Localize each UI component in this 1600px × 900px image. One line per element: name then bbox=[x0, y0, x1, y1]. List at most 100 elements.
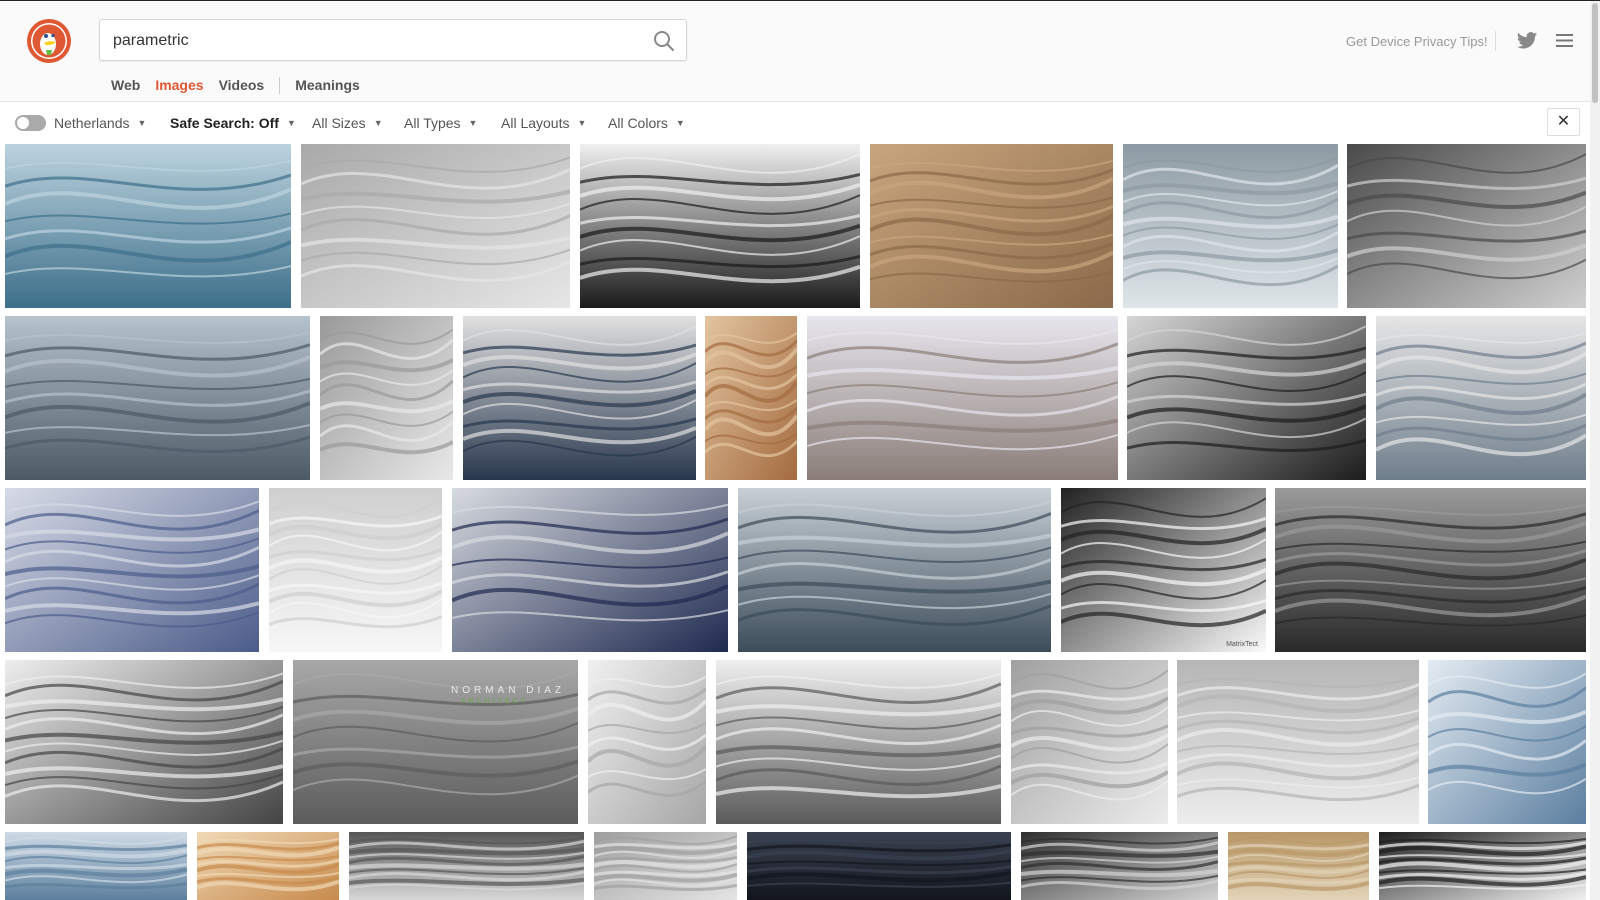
image-result[interactable] bbox=[5, 660, 283, 824]
duckduckgo-logo[interactable] bbox=[27, 19, 71, 63]
image-result[interactable] bbox=[1347, 144, 1586, 308]
image-thumbnail bbox=[320, 316, 453, 480]
filter-bar: Netherlands ▼ Safe Search: Off ▼ All Sizes… bbox=[0, 102, 1590, 142]
image-thumbnail bbox=[197, 832, 339, 900]
caret-down-icon: ▼ bbox=[577, 118, 587, 128]
privacy-tips-link[interactable]: Get Device Privacy Tips! bbox=[1346, 34, 1488, 49]
watermark-subtitle: ARCHITECT bbox=[461, 698, 529, 705]
image-result[interactable]: NORMAN DIAZ ARCHITECT bbox=[293, 660, 578, 824]
region-toggle[interactable] bbox=[15, 115, 46, 131]
image-thumbnail bbox=[1021, 832, 1218, 900]
watermark-label: MatrixTect bbox=[1226, 641, 1258, 648]
type-label: All Types bbox=[404, 115, 461, 131]
scrollbar-thumb[interactable] bbox=[1592, 3, 1598, 103]
header-divider bbox=[1495, 31, 1496, 51]
image-result[interactable] bbox=[580, 144, 860, 308]
image-result[interactable] bbox=[1011, 660, 1168, 824]
image-thumbnail bbox=[807, 316, 1118, 480]
image-result[interactable] bbox=[1376, 316, 1586, 480]
image-result[interactable] bbox=[870, 144, 1113, 308]
image-result[interactable] bbox=[738, 488, 1051, 652]
image-thumbnail bbox=[1061, 488, 1266, 652]
image-thumbnail bbox=[1379, 832, 1586, 900]
scrollbar[interactable] bbox=[1590, 1, 1600, 900]
image-result[interactable] bbox=[1177, 660, 1419, 824]
type-filter[interactable]: All Types ▼ bbox=[404, 115, 477, 131]
image-result[interactable] bbox=[5, 832, 187, 900]
image-result[interactable] bbox=[1127, 316, 1366, 480]
tab-meanings[interactable]: Meanings bbox=[295, 77, 360, 93]
image-result[interactable] bbox=[301, 144, 570, 308]
image-thumbnail bbox=[463, 316, 696, 480]
image-thumbnail bbox=[1011, 660, 1168, 824]
image-thumbnail bbox=[594, 832, 737, 900]
image-thumbnail bbox=[705, 316, 797, 480]
image-thumbnail bbox=[5, 832, 187, 900]
safe-search-filter[interactable]: Safe Search: Off ▼ bbox=[170, 115, 296, 131]
image-result[interactable] bbox=[1428, 660, 1586, 824]
layout-filter[interactable]: All Layouts ▼ bbox=[501, 115, 586, 131]
tab-web[interactable]: Web bbox=[111, 77, 140, 93]
image-thumbnail bbox=[349, 832, 584, 900]
image-result[interactable] bbox=[594, 832, 737, 900]
image-thumbnail bbox=[5, 316, 310, 480]
image-result[interactable] bbox=[269, 488, 442, 652]
watermark-title: NORMAN DIAZ bbox=[451, 685, 565, 696]
image-thumbnail bbox=[5, 660, 283, 824]
image-thumbnail bbox=[1123, 144, 1338, 308]
image-result[interactable] bbox=[588, 660, 706, 824]
image-result[interactable] bbox=[705, 316, 797, 480]
color-filter[interactable]: All Colors ▼ bbox=[608, 115, 685, 131]
image-result[interactable] bbox=[452, 488, 728, 652]
image-thumbnail bbox=[1428, 660, 1586, 824]
image-thumbnail bbox=[1347, 144, 1586, 308]
image-result[interactable] bbox=[5, 316, 310, 480]
safe-search-label: Safe Search: Off bbox=[170, 115, 279, 131]
close-filters-button[interactable]: ✕ bbox=[1547, 108, 1580, 136]
size-filter[interactable]: All Sizes ▼ bbox=[312, 115, 383, 131]
size-label: All Sizes bbox=[312, 115, 366, 131]
hamburger-menu-icon[interactable] bbox=[1556, 33, 1573, 48]
image-result[interactable] bbox=[197, 832, 339, 900]
image-result[interactable] bbox=[1123, 144, 1338, 308]
image-thumbnail bbox=[1376, 316, 1586, 480]
image-result[interactable] bbox=[807, 316, 1118, 480]
image-thumbnail bbox=[588, 660, 706, 824]
image-result[interactable] bbox=[5, 488, 259, 652]
twitter-icon[interactable] bbox=[1516, 31, 1538, 51]
caret-down-icon: ▼ bbox=[137, 118, 147, 128]
tab-images[interactable]: Images bbox=[155, 77, 203, 93]
search-input[interactable] bbox=[111, 20, 635, 62]
image-thumbnail bbox=[269, 488, 442, 652]
search-type-tabs: Web Images Videos Meanings bbox=[111, 73, 375, 97]
caret-down-icon: ▼ bbox=[468, 118, 478, 128]
image-result[interactable] bbox=[716, 660, 1001, 824]
image-result[interactable] bbox=[1228, 832, 1369, 900]
image-thumbnail bbox=[870, 144, 1113, 308]
image-thumbnail bbox=[716, 660, 1001, 824]
image-result[interactable]: MatrixTect bbox=[1061, 488, 1266, 652]
image-result[interactable] bbox=[463, 316, 696, 480]
image-result[interactable] bbox=[349, 832, 584, 900]
image-result[interactable] bbox=[1021, 832, 1218, 900]
image-thumbnail bbox=[5, 488, 259, 652]
image-thumbnail bbox=[5, 144, 291, 308]
image-thumbnail bbox=[580, 144, 860, 308]
image-result[interactable] bbox=[1275, 488, 1586, 652]
image-result[interactable] bbox=[5, 144, 291, 308]
image-thumbnail bbox=[301, 144, 570, 308]
region-filter[interactable]: Netherlands ▼ bbox=[54, 115, 146, 131]
image-thumbnail bbox=[1275, 488, 1586, 652]
tab-divider bbox=[279, 76, 281, 94]
search-icon[interactable] bbox=[652, 29, 676, 53]
image-thumbnail bbox=[747, 832, 1011, 900]
caret-down-icon: ▼ bbox=[286, 118, 296, 128]
image-result[interactable] bbox=[747, 832, 1011, 900]
image-result[interactable] bbox=[320, 316, 453, 480]
image-result[interactable] bbox=[1379, 832, 1586, 900]
image-thumbnail bbox=[738, 488, 1051, 652]
tab-videos[interactable]: Videos bbox=[219, 77, 265, 93]
image-thumbnail bbox=[1177, 660, 1419, 824]
search-box bbox=[99, 19, 687, 62]
header: Web Images Videos Meanings Get Device Pr… bbox=[0, 1, 1600, 101]
